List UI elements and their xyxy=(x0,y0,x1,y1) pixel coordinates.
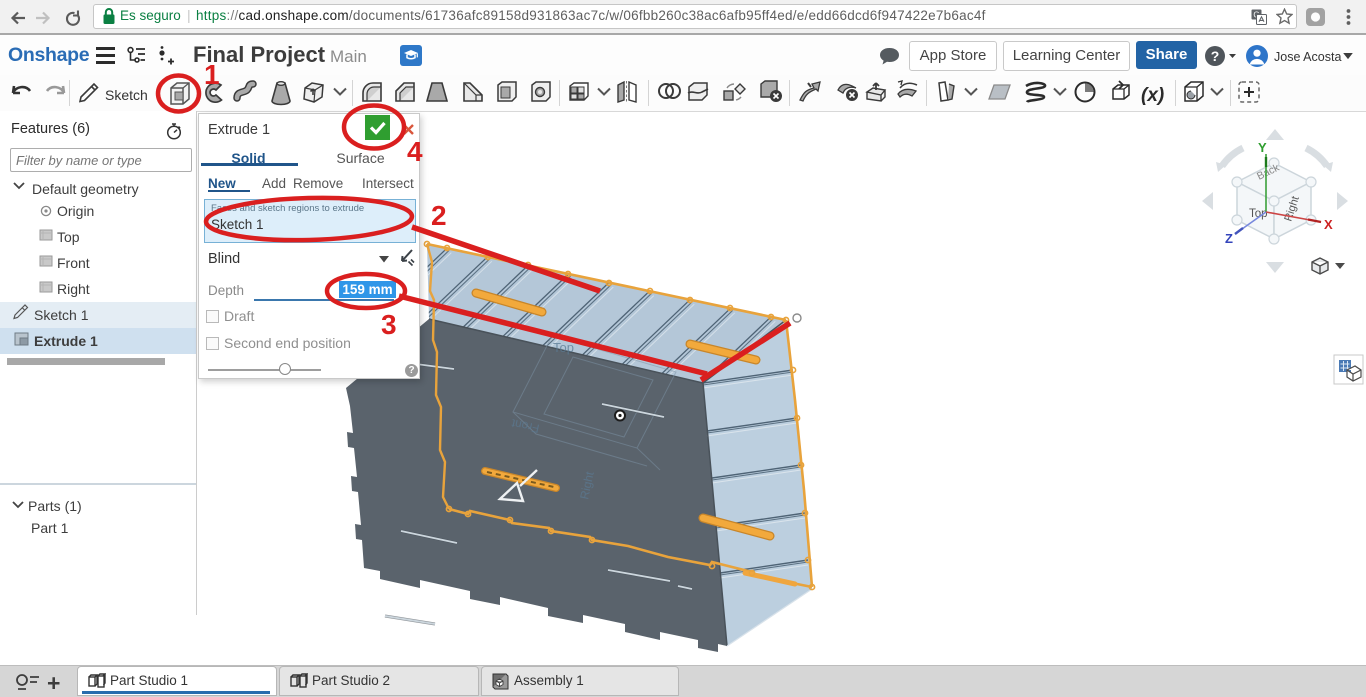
svg-text:4: 4 xyxy=(407,136,423,167)
svg-text:3: 3 xyxy=(381,309,397,340)
svg-text:2: 2 xyxy=(431,200,447,231)
svg-text:1: 1 xyxy=(204,59,220,90)
